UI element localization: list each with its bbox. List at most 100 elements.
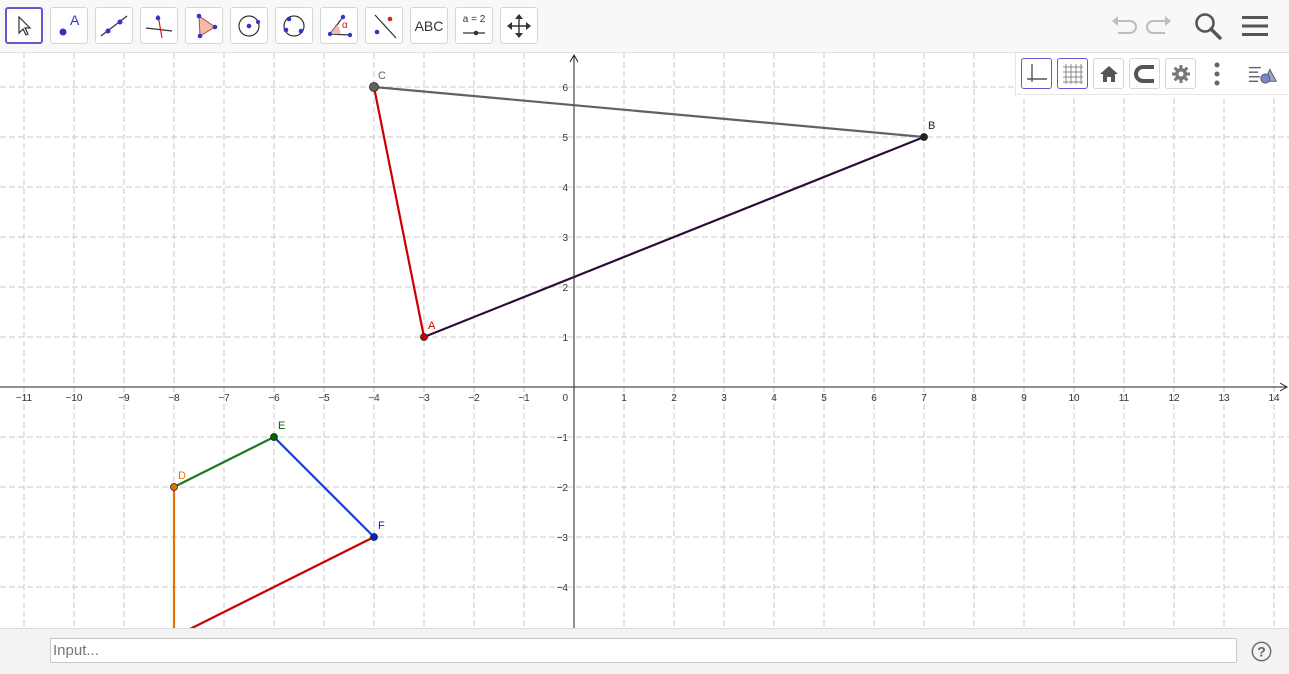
toggle-axes-button[interactable]	[1021, 58, 1052, 89]
point-icon	[59, 28, 67, 35]
help-label: ?	[1257, 644, 1266, 660]
input-bar: ?	[0, 628, 1289, 674]
x-tick-label: 11	[1119, 393, 1130, 404]
point-capturing-button[interactable]	[1129, 58, 1160, 89]
segment[interactable]	[373, 85, 925, 139]
y-tick-label: −4	[557, 583, 569, 594]
cursor-arrow-icon	[18, 15, 32, 36]
x-tick-label: −7	[218, 393, 230, 404]
perpendicular-line-icon	[145, 14, 173, 38]
point-tool-letter: A	[70, 12, 80, 28]
point-b[interactable]	[920, 133, 928, 141]
point-label-c: C	[378, 70, 386, 82]
main-menu-button[interactable]	[1238, 10, 1272, 42]
x-tick-label: −9	[118, 393, 130, 404]
x-tick-label: 6	[871, 393, 877, 404]
search-icon	[1195, 13, 1222, 40]
point-a[interactable]	[420, 333, 428, 341]
home-icon	[1099, 65, 1118, 82]
text-tool-label: ABC	[414, 17, 444, 34]
algebra-view-icon	[1248, 66, 1278, 84]
reflect-about-line-tool-button[interactable]	[365, 7, 403, 44]
segment[interactable]	[372, 86, 426, 338]
more-options-button[interactable]	[1201, 58, 1232, 89]
x-tick-label: −8	[168, 393, 180, 404]
point-label-a: A	[428, 320, 436, 332]
angle-icon	[327, 14, 353, 37]
more-vertical-icon	[1214, 62, 1219, 85]
y-tick-label: −1	[557, 433, 569, 444]
x-tick-label: −6	[268, 393, 280, 404]
x-tick-label: 9	[1021, 393, 1027, 404]
redo-icon	[1146, 16, 1171, 34]
x-tick-label: 4	[771, 393, 777, 404]
x-tick-label: −2	[468, 393, 480, 404]
x-tick-label: 13	[1218, 393, 1230, 404]
standard-view-button[interactable]	[1093, 58, 1124, 89]
magnet-icon	[1133, 64, 1154, 83]
undo-button[interactable]	[1106, 10, 1140, 42]
point-e[interactable]	[270, 433, 278, 441]
redo-button[interactable]	[1143, 10, 1177, 42]
point-f[interactable]	[370, 533, 378, 541]
algebra-view-toggle-button[interactable]	[1248, 58, 1279, 89]
polygon-icon	[196, 13, 218, 38]
help-icon[interactable]: ?	[1251, 641, 1272, 662]
move-tool-button[interactable]	[5, 7, 43, 44]
x-tick-label: −3	[418, 393, 430, 404]
x-tick-label: −4	[368, 393, 380, 404]
x-tick-label: 12	[1168, 393, 1180, 404]
line-tool-button[interactable]	[95, 7, 133, 44]
x-tick-label: −1	[518, 393, 530, 404]
coordinate-plane[interactable]: −11 −10 −9 −8 −7 −6 −5 −4 −3 −2 −1 1 2 3 4 5 6 7 8 9 10 11 12 1…	[0, 53, 1289, 628]
y-tick-label: 1	[562, 333, 568, 344]
move-graphics-view-tool-button[interactable]	[500, 7, 538, 44]
graphics-style-bar	[1015, 53, 1289, 95]
graphics-settings-button[interactable]	[1165, 58, 1196, 89]
x-tick-label: 10	[1068, 393, 1080, 404]
x-tick-label: 2	[671, 393, 677, 404]
x-tick-label: 8	[971, 393, 977, 404]
point-tool-button[interactable]: A	[50, 7, 88, 44]
undo-icon	[1112, 16, 1137, 34]
y-tick-label: 3	[562, 233, 568, 244]
perpendicular-line-tool-button[interactable]	[140, 7, 178, 44]
four-arrows-icon	[507, 13, 531, 38]
x-tick-label: 5	[821, 393, 827, 404]
circle-three-points-tool-button[interactable]	[275, 7, 313, 44]
angle-tool-button[interactable]: α	[320, 7, 358, 44]
y-tick-label: 4	[562, 183, 568, 194]
origin-label: 0	[562, 393, 568, 404]
toggle-grid-button[interactable]	[1057, 58, 1088, 89]
point-d[interactable]	[170, 483, 178, 491]
input-field[interactable]	[50, 638, 1237, 663]
graphics-view[interactable]: −11 −10 −9 −8 −7 −6 −5 −4 −3 −2 −1 1 2 3 4 5 6 7 8 9 10 11 12 1…	[0, 53, 1289, 628]
axes-icon	[1026, 63, 1047, 82]
x-tick-label: 7	[921, 393, 927, 404]
point-label-f: F	[378, 520, 385, 532]
slider-tool-label: a = 2	[462, 14, 486, 25]
x-tick-label: −10	[66, 393, 83, 404]
x-tick-label: −11	[16, 393, 33, 404]
search-button[interactable]	[1191, 10, 1225, 42]
y-tick-label: 6	[562, 83, 568, 94]
circle-center-point-tool-button[interactable]	[230, 7, 268, 44]
point-label-d: D	[178, 470, 186, 482]
polygon-tool-button[interactable]	[185, 7, 223, 44]
text-tool-button[interactable]: ABC	[410, 7, 448, 44]
x-tick-label: 1	[621, 393, 627, 404]
point-c[interactable]	[369, 82, 379, 92]
circle-center-icon	[238, 14, 260, 37]
gear-icon	[1171, 64, 1190, 83]
x-tick-label: 14	[1268, 393, 1280, 404]
x-tick-label: 3	[721, 393, 727, 404]
reflect-icon	[374, 14, 397, 38]
point-label-e: E	[278, 420, 285, 432]
angle-tool-symbol: α	[342, 20, 348, 31]
circle-three-points-icon	[283, 14, 305, 37]
y-tick-label: 5	[562, 133, 568, 144]
line-icon	[100, 15, 128, 36]
slider-tool-button[interactable]: a = 2	[455, 7, 493, 44]
y-tick-label: −2	[557, 483, 569, 494]
y-tick-label: −3	[557, 533, 569, 544]
